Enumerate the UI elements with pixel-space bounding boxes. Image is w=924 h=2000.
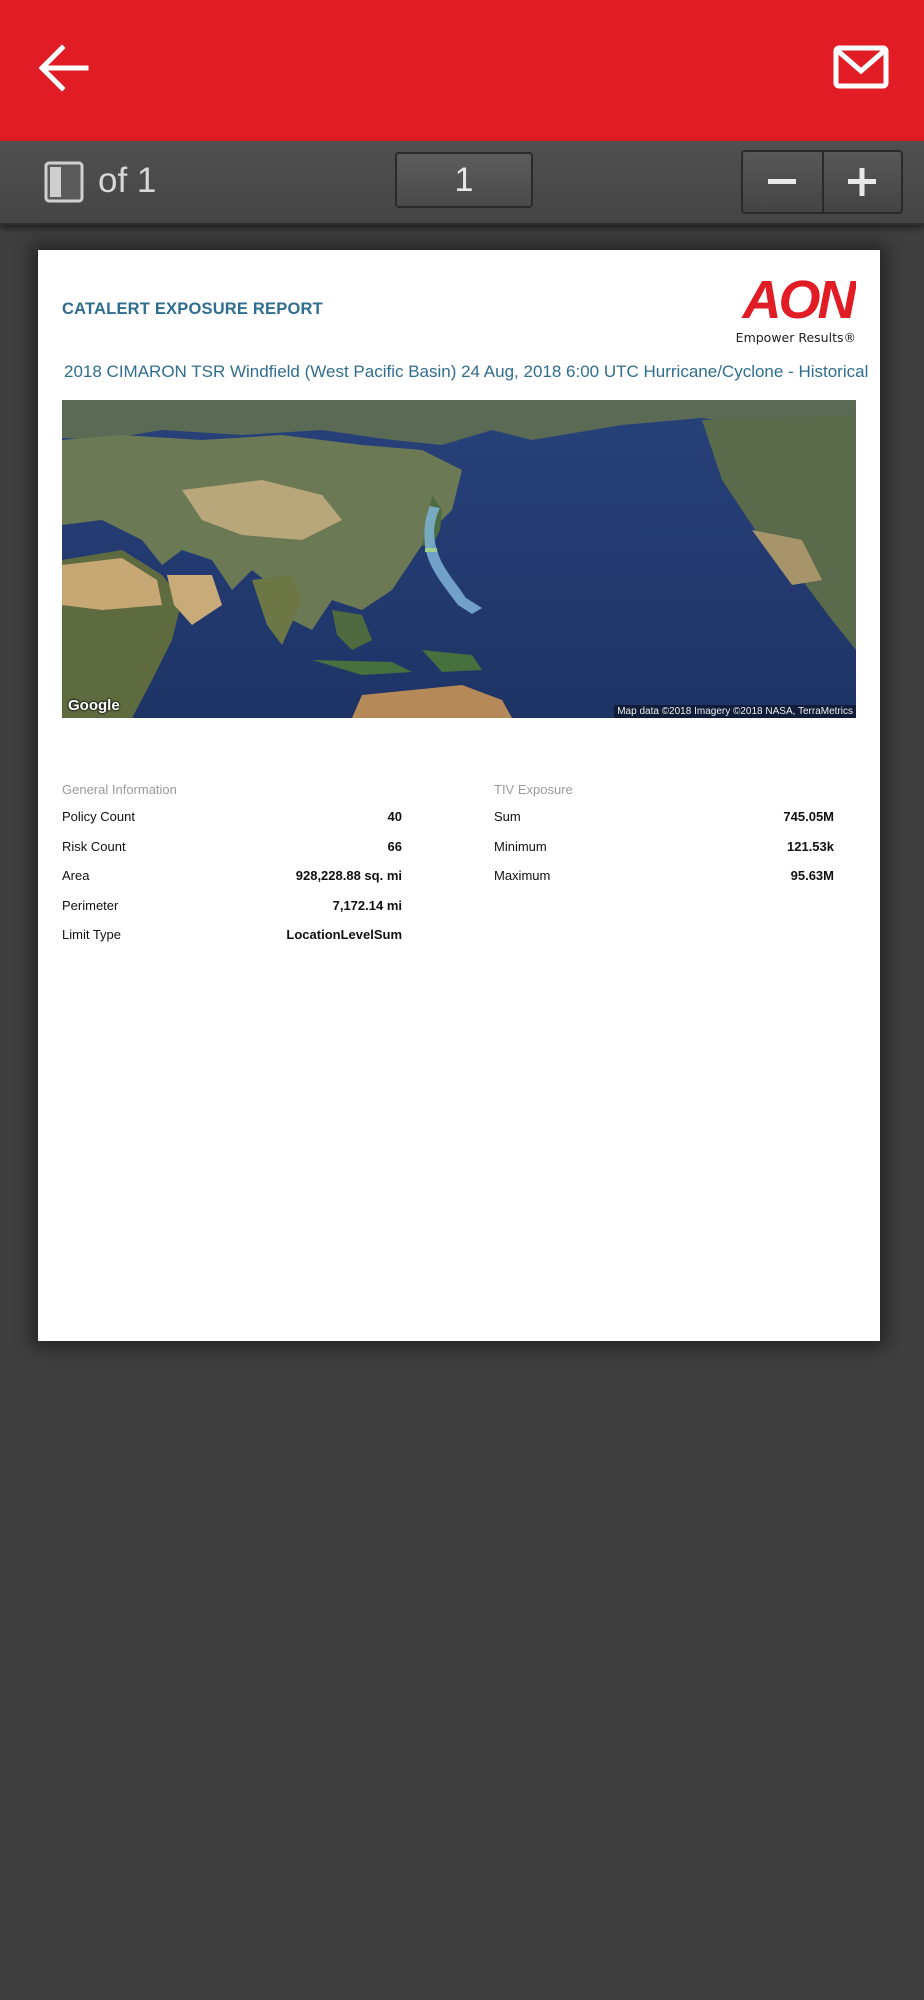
section-title: TIV Exposure	[494, 782, 573, 797]
map-credit: Map data ©2018 Imagery ©2018 NASA, Terra…	[614, 705, 856, 718]
info-row: Limit Type LocationLevelSum	[62, 920, 402, 950]
info-row: Risk Count 66	[62, 832, 402, 862]
plus-icon	[848, 168, 877, 196]
arrow-left-icon	[38, 44, 89, 92]
svg-text:AON: AON	[741, 270, 857, 330]
sidebar-toggle-icon	[44, 161, 84, 203]
sidebar-toggle-button[interactable]	[44, 161, 84, 203]
info-row: Sum 745.05M	[494, 802, 834, 832]
row-value: LocationLevelSum	[286, 927, 402, 943]
row-value: 745.05M	[783, 809, 834, 825]
minus-icon	[768, 179, 797, 184]
report-title: CATALERT EXPOSURE REPORT	[62, 300, 323, 318]
event-title: 2018 CIMARON TSR Windfield (West Pacific…	[64, 362, 869, 381]
logo-tagline: Empower Results®	[735, 330, 856, 345]
tiv-exposure-section: TIV Exposure Sum 745.05M Minimum 121.53k…	[494, 782, 834, 891]
row-label: Sum	[494, 809, 521, 825]
exposure-map[interactable]: Google Map data ©2018 Imagery ©2018 NASA…	[62, 400, 856, 718]
row-value: 7,172.14 mi	[332, 897, 402, 913]
zoom-out-button[interactable]	[743, 152, 822, 212]
row-label: Area	[62, 868, 90, 884]
info-row: Maximum 95.63M	[494, 861, 834, 891]
page-count-label: of 1	[98, 161, 157, 200]
row-label: Limit Type	[62, 927, 122, 943]
google-watermark: Google	[68, 697, 120, 714]
info-row: Policy Count 40	[62, 802, 402, 832]
zoom-in-button[interactable]	[821, 152, 901, 212]
pdf-page: CATALERT EXPOSURE REPORT AON Empower Res…	[38, 250, 880, 1341]
mail-icon	[833, 45, 889, 89]
info-row: Perimeter 7,172.14 mi	[62, 891, 402, 921]
satellite-map-image	[62, 400, 856, 718]
back-button[interactable]	[36, 40, 92, 96]
row-label: Maximum	[494, 868, 551, 884]
info-row: Minimum 121.53k	[494, 832, 834, 862]
row-value: 928,228.88 sq. mi	[295, 868, 402, 884]
general-information-section: General Information Policy Count 40 Risk…	[62, 782, 402, 950]
row-label: Minimum	[494, 838, 547, 854]
row-label: Perimeter	[62, 897, 119, 913]
row-label: Risk Count	[62, 838, 126, 854]
row-value: 121.53k	[787, 838, 834, 854]
row-value: 40	[387, 809, 402, 825]
info-row: Area 928,228.88 sq. mi	[62, 861, 402, 891]
email-button[interactable]	[832, 44, 892, 92]
row-value: 95.63M	[790, 868, 834, 884]
row-label: Policy Count	[62, 809, 135, 825]
page-number-input[interactable]: 1	[395, 152, 533, 208]
row-value: 66	[387, 838, 402, 854]
zoom-controls	[741, 150, 903, 214]
pdf-toolbar: of 1 1	[0, 141, 924, 225]
section-title: General Information	[62, 782, 177, 797]
app-bar	[0, 0, 924, 141]
